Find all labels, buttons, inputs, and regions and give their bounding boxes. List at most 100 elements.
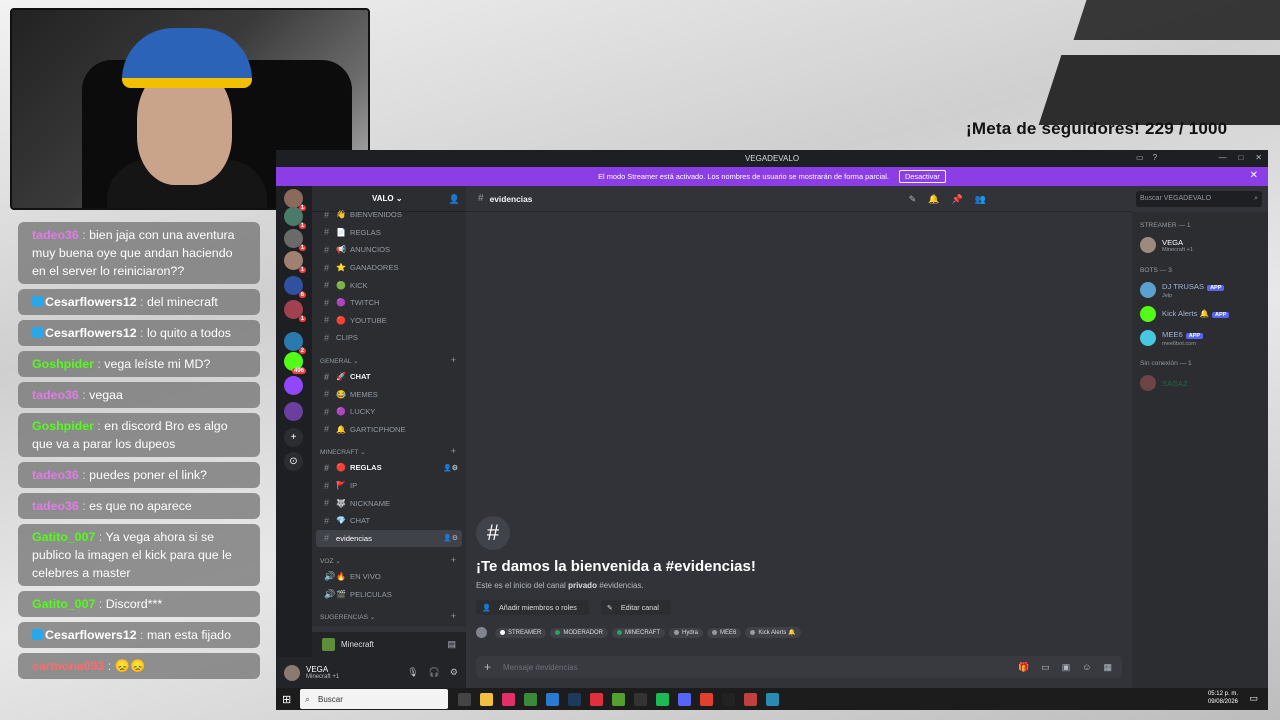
channel-evidencias[interactable]: # evidencias 👤⚙ [316, 529, 462, 548]
member-item[interactable]: MEE6 APP mee6bot.com [1140, 326, 1268, 350]
taskbar-search[interactable]: ⌕ Buscar [300, 689, 448, 709]
gif-icon[interactable]: ▭ [1041, 662, 1050, 673]
close-window-button[interactable]: ✕ [1255, 153, 1262, 162]
taskbar-app-icon[interactable] [678, 692, 691, 706]
add-channel-icon[interactable]: + [451, 355, 456, 365]
add-channel-icon[interactable]: + [451, 611, 456, 621]
channel-label: TWITCH [350, 298, 380, 308]
bell-icon[interactable]: 🔔 [928, 194, 939, 205]
category-minecraft[interactable]: MINECRAFT ⌄ + [312, 438, 466, 459]
activity-menu-icon[interactable]: ▤ [447, 639, 456, 650]
add-members-button[interactable]: 👤 Añadir miembros o roles [476, 600, 589, 615]
server-icon[interactable]: 1 [284, 189, 306, 211]
channel-chat[interactable]: # 💎 CHAT [316, 512, 462, 530]
channel-chat[interactable]: # 🚀 CHAT [316, 368, 462, 386]
server-icon[interactable]: 1 [284, 251, 306, 273]
role-chip[interactable]: MEE6 [707, 627, 742, 638]
role-chip[interactable]: Kick Alerts 🔔 [745, 627, 801, 638]
taskbar-app-icon[interactable] [656, 692, 669, 706]
role-chip[interactable]: Hydra [669, 627, 704, 638]
avatar[interactable] [284, 664, 300, 681]
minimize-button[interactable]: — [1218, 153, 1226, 162]
apps-icon[interactable]: ▦ [1103, 662, 1112, 673]
taskbar-app-icon[interactable] [568, 692, 581, 706]
server-icon[interactable]: 6 [284, 276, 306, 298]
channel-clips[interactable]: # CLIPS [316, 329, 462, 347]
taskbar-app-icon[interactable] [634, 692, 647, 706]
microphone-icon[interactable]: 🎙 [407, 667, 418, 678]
channel-en-vivo[interactable]: 🔊 🔥 EN VIVO [316, 568, 462, 586]
channel-ganadores[interactable]: # ⭐ GANADORES [316, 259, 462, 277]
windows-start-icon[interactable]: ⊞ [282, 693, 291, 706]
notifications-icon[interactable]: ▭ [1249, 693, 1258, 704]
member-item[interactable]: DJ TRUSAS APP Jelp [1140, 278, 1268, 302]
server-icon[interactable] [284, 376, 303, 395]
close-banner-icon[interactable]: ✕ [1250, 170, 1258, 181]
role-chip[interactable]: MODERADOR [550, 627, 609, 638]
emoji-icon[interactable]: ☺ [1082, 662, 1091, 673]
category-sugerencias[interactable]: SUGERENCIAS ⌄ + [312, 603, 466, 624]
add-channel-icon[interactable]: + [451, 555, 456, 565]
settings-gear-icon[interactable]: ⚙ [450, 667, 458, 678]
server-icon[interactable] [284, 402, 303, 421]
help-icon[interactable]: ? [1153, 153, 1157, 162]
category-general[interactable]: GENERAL ⌄ + [312, 347, 466, 368]
inbox-icon[interactable]: ▭ [1136, 153, 1144, 162]
headphones-icon[interactable]: 🎧 [429, 667, 440, 678]
taskbar-app-icon[interactable] [546, 692, 559, 706]
taskbar-app-icon[interactable] [480, 692, 493, 706]
taskbar-app-icon[interactable] [700, 692, 713, 706]
channel-ip[interactable]: # 🚩 IP [316, 477, 462, 495]
channel-lucky[interactable]: # 🟣 LUCKY [316, 403, 462, 421]
member-item[interactable]: Kick Alerts 🔔 APP [1140, 302, 1268, 326]
taskbar-app-icon[interactable] [590, 692, 603, 706]
channel-reglas[interactable]: # 🔴 REGLAS 👤⚙ [316, 459, 462, 477]
server-icon[interactable]: 1 [284, 300, 306, 322]
taskbar-app-icon[interactable] [502, 692, 515, 706]
member-item[interactable]: VEGA Minecraft +1 [1140, 233, 1268, 257]
deactivate-button[interactable]: Desactivar [898, 170, 946, 183]
activity-bar[interactable]: Minecraft ▤ [312, 632, 466, 657]
add-server-icon[interactable]: + [284, 428, 303, 447]
channel-peliculas[interactable]: 🔊 🎬 PELICULAS [316, 586, 462, 604]
channel-settings-icon[interactable]: 👤⚙ [443, 534, 458, 542]
channel-youtube[interactable]: # 🔴 YOUTUBE [316, 312, 462, 330]
channel-anuncios[interactable]: # 📢 ANUNCIOS [316, 241, 462, 259]
invite-icon[interactable]: 👤 [449, 194, 460, 205]
server-icon[interactable]: 1 [284, 207, 306, 229]
role-chip[interactable]: MINECRAFT [612, 627, 666, 638]
channel-kick[interactable]: # 🟢 KICK [316, 276, 462, 294]
maximize-button[interactable]: □ [1238, 153, 1243, 162]
taskbar-app-icon[interactable] [766, 692, 779, 706]
taskbar-app-icon[interactable] [524, 692, 537, 706]
role-chip[interactable]: STREAMER [495, 627, 547, 638]
taskbar-app-icon[interactable] [458, 692, 471, 706]
plus-icon[interactable]: + [484, 660, 491, 674]
server-icon[interactable]: 2 [284, 332, 306, 354]
server-icon[interactable]: 1 [284, 229, 306, 251]
category-voz[interactable]: VOZ ⌄ + [312, 547, 466, 568]
channel-reglas[interactable]: # 📄 REGLAS [316, 224, 462, 242]
taskbar-app-icon[interactable] [612, 692, 625, 706]
channel-bienvenidos[interactable]: # 👋 BIENVENIDOS [316, 206, 462, 224]
members-icon[interactable]: 👥 [975, 194, 986, 205]
member-item[interactable]: SAGAZ [1140, 371, 1268, 395]
gift-icon[interactable]: 🎁 [1018, 662, 1029, 673]
taskbar-app-icon[interactable] [722, 692, 735, 706]
sticker-icon[interactable]: ▣ [1062, 662, 1071, 673]
channel-garticphone[interactable]: # 🔔 GARTICPHONE [316, 421, 462, 439]
threads-icon[interactable]: ✎ [909, 194, 917, 205]
channel-memes[interactable]: # 😂 MEMES [316, 385, 462, 403]
edit-channel-button[interactable]: ✎ Editar canal [600, 600, 671, 615]
pin-icon[interactable]: 📌 [952, 194, 963, 205]
taskbar-app-icon[interactable] [744, 692, 757, 706]
channel-twitch[interactable]: # 🟣 TWITCH [316, 294, 462, 312]
search-input[interactable]: Buscar VEGADEVALO ⌕ [1136, 191, 1262, 207]
add-channel-icon[interactable]: + [451, 446, 456, 456]
channel-nickname[interactable]: # 🐺 NICKNAME [316, 494, 462, 512]
discover-icon[interactable]: ⊙ [284, 452, 303, 471]
message-input[interactable]: Mensaje #evidencias [503, 663, 578, 672]
message-composer[interactable]: + Mensaje #evidencias 🎁 ▭ ▣ ☺ ▦ [476, 656, 1122, 678]
channel-settings-icon[interactable]: 👤⚙ [443, 464, 458, 472]
server-icon[interactable]: 496 [284, 352, 306, 374]
